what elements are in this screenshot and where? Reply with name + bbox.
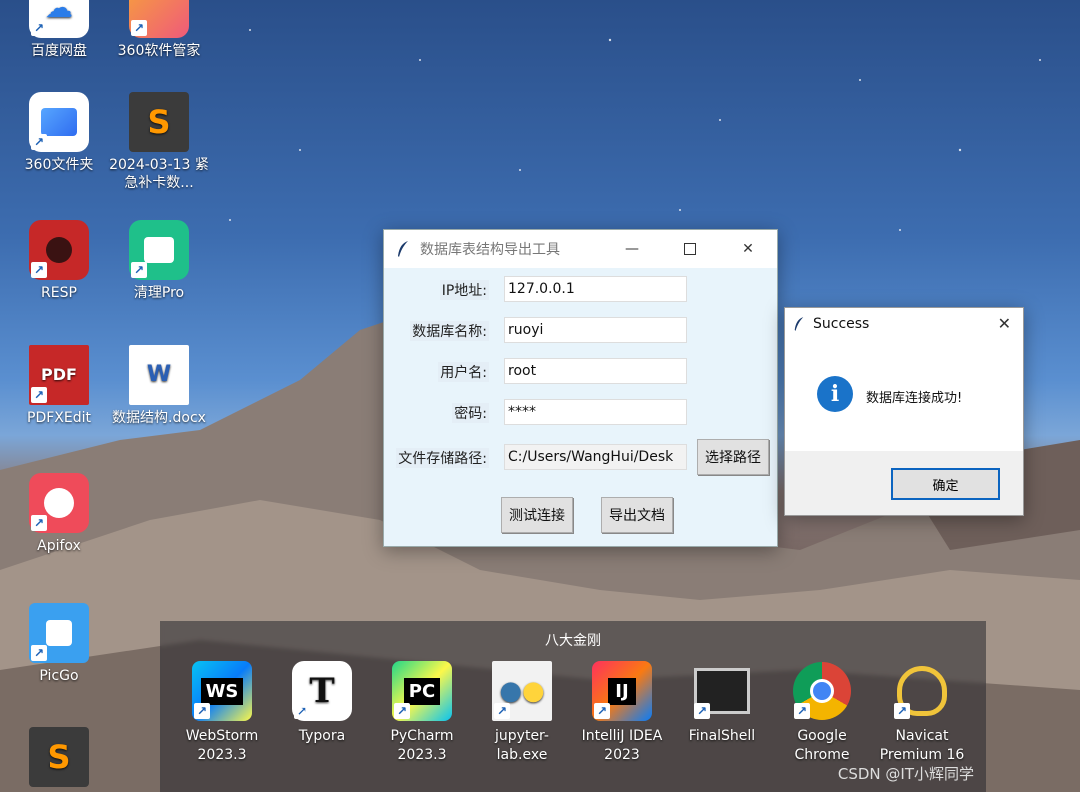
intellij-icon: IJ ↗ (592, 661, 652, 721)
app-chrome[interactable]: ↗ Google Chrome (772, 661, 872, 765)
ok-button[interactable]: 确定 (891, 468, 1000, 500)
app-finalshell[interactable]: ↗ FinalShell (672, 661, 772, 746)
watermark: CSDN @IT小辉同学 (837, 765, 974, 783)
desktop-icon-word-doc[interactable]: W 数据结构.docx (109, 345, 209, 427)
dialog-content: Success ✕ i 数据库连接成功! (785, 308, 1023, 451)
finalshell-icon: ↗ (692, 661, 752, 721)
export-doc-button[interactable]: 导出文档 (601, 497, 673, 533)
pycharm-icon: PC ↗ (392, 661, 452, 721)
baidu-netdisk-icon: ☁ ↗ (29, 0, 89, 38)
navicat-icon: ↗ (892, 661, 952, 721)
desktop-icon-360-software[interactable]: ↗ 360软件管家 (109, 0, 209, 60)
db-row: 数据库名称: ruoyi (384, 317, 777, 343)
word-document-icon: W (129, 345, 189, 405)
desktop-icon-label: 360软件管家 (117, 43, 201, 59)
app-label: Typora (298, 728, 346, 744)
app-label: IntelliJ IDEA 2023 (581, 728, 663, 763)
desktop-icon-label: PDFXEdit (27, 410, 91, 426)
chrome-icon: ↗ (792, 661, 852, 721)
info-icon: i (817, 376, 853, 412)
minimize-icon: — (625, 241, 639, 257)
close-icon: ✕ (742, 241, 754, 257)
app-label: Google Chrome (794, 728, 850, 763)
success-dialog: Success ✕ i 数据库连接成功! 确定 (784, 307, 1024, 516)
desktop-icon-label: PicGo (39, 668, 79, 684)
maximize-icon (684, 243, 696, 255)
cleaner-pro-icon: ↗ (129, 220, 189, 280)
password-input[interactable]: **** (504, 399, 687, 425)
desktop-icon-picgo[interactable]: ↗ PicGo (9, 603, 109, 685)
desktop-icon-pdfxedit[interactable]: PDF ↗ PDFXEdit (9, 345, 109, 427)
app-label: FinalShell (688, 728, 756, 744)
360-folder-icon: ↗ (29, 92, 89, 152)
app-group-panel: 八大金刚 WS ↗ WebStorm 2023.3 T ↗ Typora PC ↗ P… (160, 621, 986, 792)
sublime-text-icon: S (129, 92, 189, 152)
app-label: Navicat Premium 16 (879, 728, 965, 763)
db-name-label: 数据库名称: (410, 321, 489, 341)
app-jupyter[interactable]: ● ● ↗ jupyter-lab.exe (472, 661, 572, 765)
360-software-icon: ↗ (129, 0, 189, 38)
feather-icon (398, 241, 408, 257)
ip-row: IP地址: 127.0.0.1 (384, 276, 777, 302)
desktop-icon-label: RESP (41, 285, 77, 301)
minimize-button[interactable]: — (603, 230, 661, 268)
app-intellij[interactable]: IJ ↗ IntelliJ IDEA 2023 (572, 661, 672, 765)
password-row: 密码: **** (384, 399, 777, 425)
desktop-icon-label: 360文件夹 (24, 157, 94, 173)
app-webstorm[interactable]: WS ↗ WebStorm 2023.3 (172, 661, 272, 765)
desktop-icon-label: 2024-03-13 紧急补卡数... (109, 157, 209, 191)
username-input[interactable]: root (504, 358, 687, 384)
app-label: WebStorm 2023.3 (185, 728, 259, 763)
path-input[interactable]: C:/Users/WangHui/Desk (504, 444, 687, 470)
db-name-input[interactable]: ruoyi (504, 317, 687, 343)
desktop-icon-apifox[interactable]: ↗ Apifox (9, 473, 109, 555)
feather-icon (794, 317, 804, 331)
desktop-icon-label: 百度网盘 (31, 43, 87, 59)
resp-icon: ↗ (29, 220, 89, 280)
app-label: PyCharm 2023.3 (390, 728, 454, 763)
picgo-icon: ↗ (29, 603, 89, 663)
desktop-icon-sublime-file[interactable]: S 2024-03-13 紧急补卡数... (109, 92, 209, 192)
app-navicat[interactable]: ↗ Navicat Premium 16 (872, 661, 972, 765)
app-typora[interactable]: T ↗ Typora (272, 661, 372, 746)
ip-input[interactable]: 127.0.0.1 (504, 276, 687, 302)
app-label: jupyter-lab.exe (495, 728, 549, 763)
desktop-icon-resp[interactable]: ↗ RESP (9, 220, 109, 302)
desktop-icon-label: 数据结构.docx (112, 410, 206, 426)
apifox-icon: ↗ (29, 473, 89, 533)
path-label: 文件存储路径: (396, 448, 489, 468)
maximize-button[interactable] (661, 230, 719, 268)
ip-label: IP地址: (439, 280, 489, 300)
desktop-icon-cleaner-pro[interactable]: ↗ 清理Pro (109, 220, 209, 302)
test-connection-button[interactable]: 测试连接 (501, 497, 573, 533)
pdfxedit-icon: PDF ↗ (29, 345, 89, 405)
user-row: 用户名: root (384, 358, 777, 384)
choose-path-button[interactable]: 选择路径 (697, 439, 769, 475)
desktop-icon-sublime-partial[interactable]: S (9, 727, 109, 791)
app-pycharm[interactable]: PC ↗ PyCharm 2023.3 (372, 661, 472, 765)
dialog-message: 数据库连接成功! (866, 391, 963, 406)
dialog-close-button[interactable]: ✕ (998, 314, 1011, 333)
jupyter-icon: ● ● ↗ (492, 661, 552, 721)
desktop-icon-baidu-netdisk[interactable]: ☁ ↗ 百度网盘 (9, 0, 109, 60)
window-titlebar[interactable]: 数据库表结构导出工具 — ✕ (384, 230, 777, 268)
dialog-title: Success (813, 316, 870, 332)
desktop-icon-label: Apifox (37, 538, 81, 554)
username-label: 用户名: (438, 362, 489, 382)
webstorm-icon: WS ↗ (192, 661, 252, 721)
desktop-icon-label: 清理Pro (133, 285, 185, 301)
group-title: 八大金刚 (545, 633, 601, 649)
sublime-text-icon: S (29, 727, 89, 787)
window-title: 数据库表结构导出工具 (420, 242, 560, 258)
desktop-icon-360-folder[interactable]: ↗ 360文件夹 (9, 92, 109, 174)
db-export-tool-window: 数据库表结构导出工具 — ✕ IP地址: 127.0.0.1 数据库名称: ru… (383, 229, 778, 547)
password-label: 密码: (452, 403, 489, 423)
typora-icon: T ↗ (292, 661, 352, 721)
close-button[interactable]: ✕ (719, 230, 777, 268)
